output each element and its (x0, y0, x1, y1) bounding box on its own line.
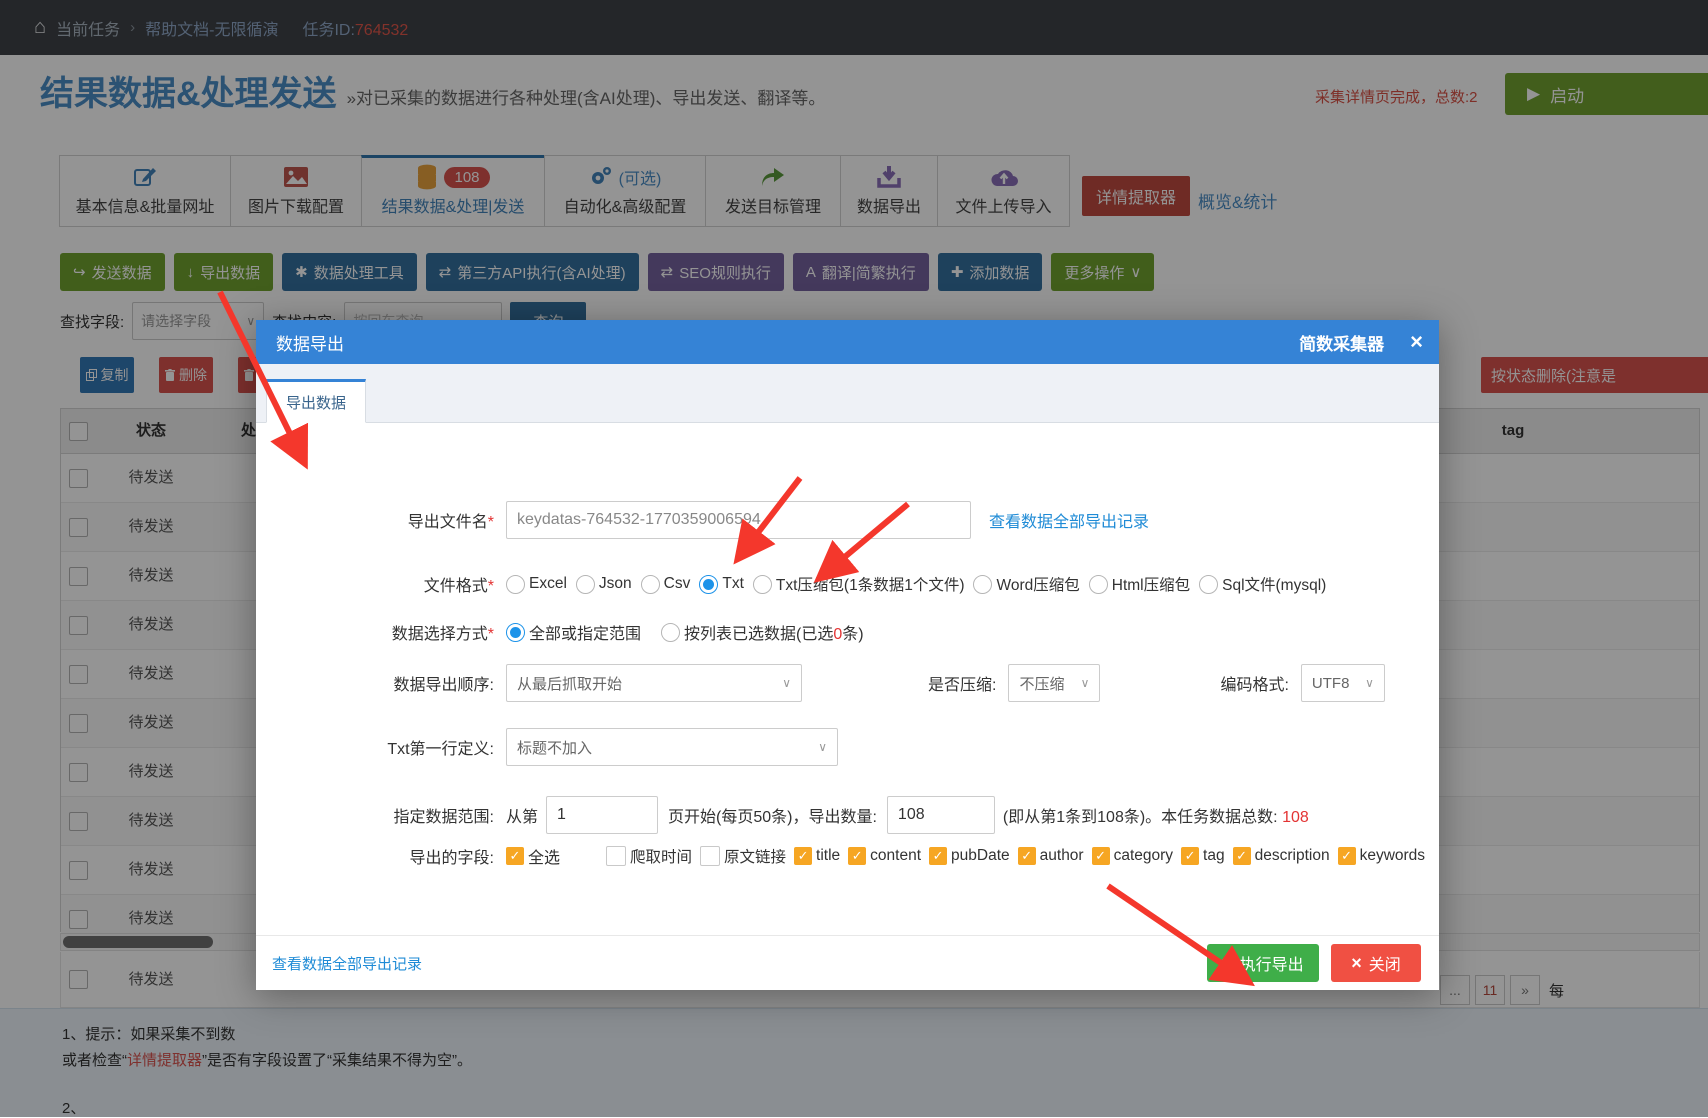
field-checkbox-source-url[interactable]: 原文链接 (700, 845, 786, 867)
field-checkbox-category[interactable]: ✓ category (1091, 847, 1173, 865)
radio-icon (506, 574, 525, 594)
export-order-label: 数据导出顺序: (393, 677, 494, 694)
format-radio-txt-zip[interactable]: Txt压缩包(1条数据1个文件) (752, 573, 964, 595)
unchecked-checkbox-icon (700, 846, 721, 866)
modal-header: 数据导出 简数采集器 × (256, 320, 1439, 364)
txt-first-line-select[interactable]: 标题不加入 ∨ (506, 728, 838, 766)
txt-first-line-label: Txt第一行定义: (387, 741, 494, 758)
format-radio-sql[interactable]: Sql文件(mysql) (1199, 573, 1326, 595)
checked-checkbox-icon: ✓ (1232, 847, 1251, 865)
format-radio-html-zip[interactable]: Html压缩包 (1088, 573, 1190, 595)
field-checkbox-keywords[interactable]: ✓ keywords (1337, 847, 1425, 865)
modal-title: 数据导出 (276, 334, 344, 354)
range-mid-label: 页开始(每页50条)，导出数量: (668, 809, 877, 826)
radio-icon (1199, 574, 1219, 594)
chevron-down-icon: ∨ (782, 676, 791, 690)
format-radio-excel[interactable]: Excel (506, 574, 567, 594)
filename-input[interactable] (506, 501, 971, 539)
checked-checkbox-icon: ✓ (1181, 847, 1200, 865)
brand-name: 简数采集器 (1299, 334, 1385, 354)
field-checkbox-title[interactable]: ✓ title (794, 847, 840, 865)
close-icon[interactable]: × (1410, 331, 1423, 353)
checked-checkbox-icon: ✓ (1337, 847, 1356, 865)
export-history-link-footer[interactable]: 查看数据全部导出记录 (272, 953, 422, 974)
compress-label: 是否压缩: (928, 677, 997, 694)
format-radio-json[interactable]: Json (575, 574, 632, 594)
start-page-input[interactable] (546, 796, 659, 834)
checked-checkbox-icon: ✓ (929, 847, 948, 865)
checked-checkbox-icon: ✓ (794, 847, 813, 865)
data-export-modal: 数据导出 简数采集器 × 导出数据 导出文件名* 查看数据全部导出记录 文件格式… (256, 320, 1439, 990)
radio-icon (973, 574, 993, 594)
field-checkbox-crawl-time[interactable]: 爬取时间 (606, 845, 692, 867)
encoding-label: 编码格式: (1220, 677, 1289, 694)
radio-selected-icon (506, 622, 525, 642)
radio-selected-icon (699, 574, 719, 594)
export-order-select[interactable]: 从最后抓取开始 ∨ (506, 664, 802, 702)
checked-checkbox-icon: ✓ (1017, 847, 1036, 865)
checked-checkbox-icon: ✓ (506, 847, 524, 865)
export-history-link[interactable]: 查看数据全部导出记录 (989, 508, 1149, 532)
radio-icon (640, 574, 660, 594)
checked-checkbox-icon: ✓ (1091, 847, 1110, 865)
range-label: 指定数据范围: (393, 809, 494, 826)
chevron-down-icon: ∨ (818, 740, 827, 754)
radio-icon (1088, 574, 1108, 594)
range-note: (即从第1条到108条)。本任务数据总数: 108 (1002, 809, 1309, 826)
export-count-input[interactable] (886, 796, 995, 834)
field-checkbox-description[interactable]: ✓ description (1232, 847, 1330, 865)
format-label: 文件格式* (423, 578, 494, 595)
close-modal-button[interactable]: × 关闭 (1331, 944, 1421, 982)
selection-mode-label: 数据选择方式* (391, 626, 494, 643)
modal-body: 导出文件名* 查看数据全部导出记录 文件格式* Excel Json Csv T… (256, 423, 1439, 868)
field-checkbox-pubdate[interactable]: ✓ pubDate (929, 847, 1010, 865)
format-radio-word-zip[interactable]: Word压缩包 (973, 573, 1080, 595)
modal-tab-strip: 导出数据 (256, 364, 1439, 423)
chevron-down-icon: ∨ (1365, 676, 1374, 690)
modal-footer: 查看数据全部导出记录 ▶ 执行导出 × 关闭 (256, 935, 1439, 990)
radio-icon (752, 574, 772, 594)
selection-radio-selected[interactable]: 按列表已选数据(已选0条) (661, 620, 864, 644)
format-radio-txt[interactable]: Txt (699, 574, 744, 594)
format-radio-csv[interactable]: Csv (640, 574, 690, 594)
select-all-fields-checkbox[interactable]: ✓ 全选 (506, 844, 560, 868)
play-icon: ▶ (1222, 956, 1232, 970)
radio-icon (575, 574, 595, 594)
checked-checkbox-icon: ✓ (848, 847, 867, 865)
total-count: 108 (1282, 809, 1309, 826)
compress-select[interactable]: 不压缩 ∨ (1008, 664, 1101, 702)
field-checkbox-content[interactable]: ✓ content (848, 847, 921, 865)
filename-label: 导出文件名* (407, 514, 494, 531)
field-checkbox-tag[interactable]: ✓ tag (1181, 847, 1225, 865)
export-data-tab[interactable]: 导出数据 (266, 379, 366, 423)
run-export-button[interactable]: ▶ 执行导出 (1207, 944, 1319, 982)
chevron-down-icon: ∨ (1080, 676, 1090, 690)
radio-icon (661, 622, 681, 642)
close-icon: × (1351, 952, 1362, 973)
export-fields-label: 导出的字段: (409, 850, 494, 867)
unchecked-checkbox-icon (606, 846, 627, 866)
encoding-select[interactable]: UTF8 ∨ (1300, 664, 1385, 702)
field-checkbox-author[interactable]: ✓ author (1017, 847, 1084, 865)
range-from-label: 从第 (506, 809, 539, 826)
selection-radio-all[interactable]: 全部或指定范围 (506, 620, 641, 644)
